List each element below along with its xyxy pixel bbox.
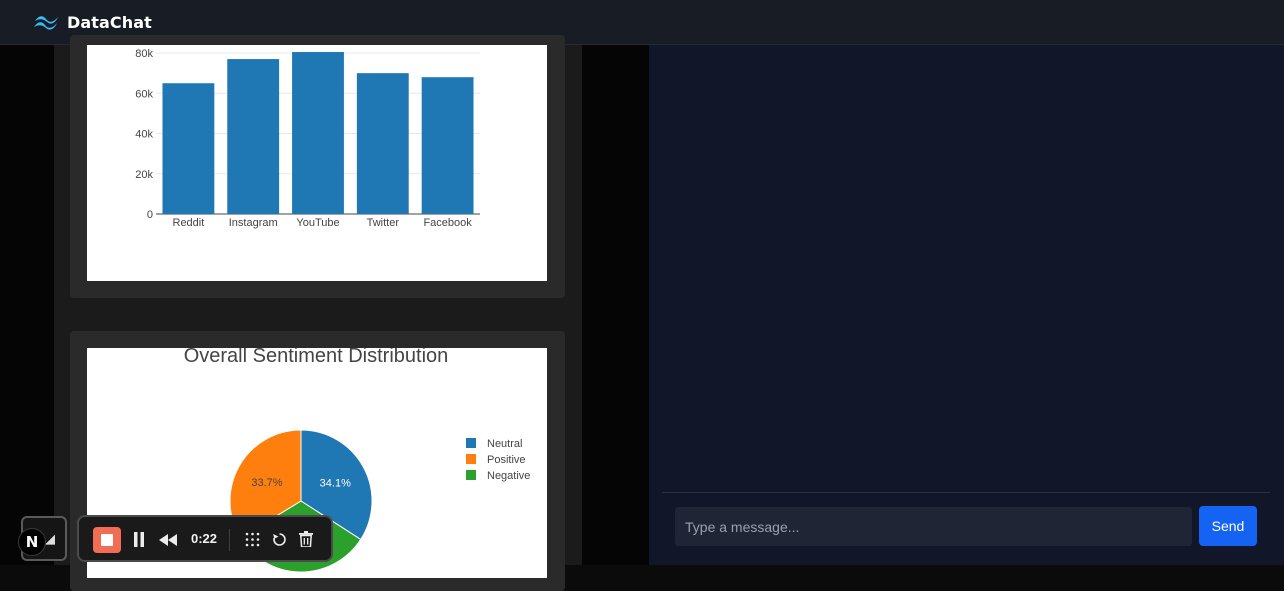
x-tick-label: Facebook bbox=[423, 217, 472, 229]
pie-title: Overall Sentiment Distribution bbox=[184, 348, 449, 367]
recorder-separator bbox=[229, 529, 230, 551]
bar bbox=[162, 83, 215, 214]
trash-icon[interactable] bbox=[299, 531, 313, 547]
bar bbox=[421, 77, 474, 214]
legend-swatch bbox=[466, 470, 476, 480]
legend-swatch bbox=[466, 454, 476, 464]
chat-panel: Send bbox=[649, 45, 1284, 565]
chart-panel[interactable]: 0 20k 40k 60k 80k Reddit Instagram YouTube Twitt… bbox=[0, 35, 649, 591]
x-tick-label: Reddit bbox=[173, 217, 205, 229]
bar-chart-card: 0 20k 40k 60k 80k Reddit Instagram YouTube Twitt… bbox=[70, 35, 565, 298]
chart-scroll-area[interactable]: 0 20k 40k 60k 80k Reddit Instagram YouTube Twitt… bbox=[54, 35, 582, 591]
grid-icon[interactable] bbox=[245, 532, 260, 547]
devtools-icon: ◢ bbox=[45, 531, 55, 546]
datachat-logo-icon bbox=[34, 16, 58, 30]
bar bbox=[227, 59, 280, 215]
recorder-toolbar: 0:22 bbox=[77, 515, 333, 562]
legend-label: Negative bbox=[487, 470, 530, 482]
restart-icon[interactable] bbox=[272, 532, 287, 547]
y-tick-label: 20k bbox=[135, 169, 153, 181]
recording-time: 0:22 bbox=[191, 531, 218, 546]
send-button[interactable]: Send bbox=[1199, 506, 1257, 546]
bar bbox=[292, 52, 344, 214]
chat-divider bbox=[662, 492, 1270, 493]
x-tick-label: Instagram bbox=[229, 217, 278, 229]
y-tick-label: 60k bbox=[135, 88, 153, 100]
y-tick-label: 0 bbox=[147, 209, 153, 221]
pause-icon[interactable] bbox=[133, 532, 145, 547]
bar-chart-plot: 0 20k 40k 60k 80k Reddit Instagram YouTube Twitt… bbox=[87, 45, 547, 281]
legend-label: Positive bbox=[487, 454, 526, 466]
stop-icon[interactable] bbox=[93, 527, 121, 553]
x-tick-label: Twitter bbox=[367, 217, 400, 229]
pie-data-label: 34.1% bbox=[320, 477, 351, 489]
message-input[interactable] bbox=[675, 507, 1192, 546]
rewind-icon[interactable] bbox=[159, 534, 177, 546]
legend-swatch bbox=[466, 438, 476, 448]
legend-label: Neutral bbox=[487, 438, 522, 450]
y-tick-label: 40k bbox=[135, 129, 153, 141]
bar bbox=[356, 73, 409, 215]
x-tick-label: YouTube bbox=[296, 217, 339, 229]
brand[interactable]: DataChat bbox=[33, 13, 152, 32]
app-name: DataChat bbox=[67, 12, 152, 32]
pie-data-label: 33.7% bbox=[251, 477, 282, 489]
next-logo-icon[interactable]: N bbox=[18, 528, 46, 556]
bar-chart: 0 20k 40k 60k 80k Reddit Instagram YouTube Twitt… bbox=[135, 48, 480, 229]
y-tick-label: 80k bbox=[135, 48, 153, 60]
